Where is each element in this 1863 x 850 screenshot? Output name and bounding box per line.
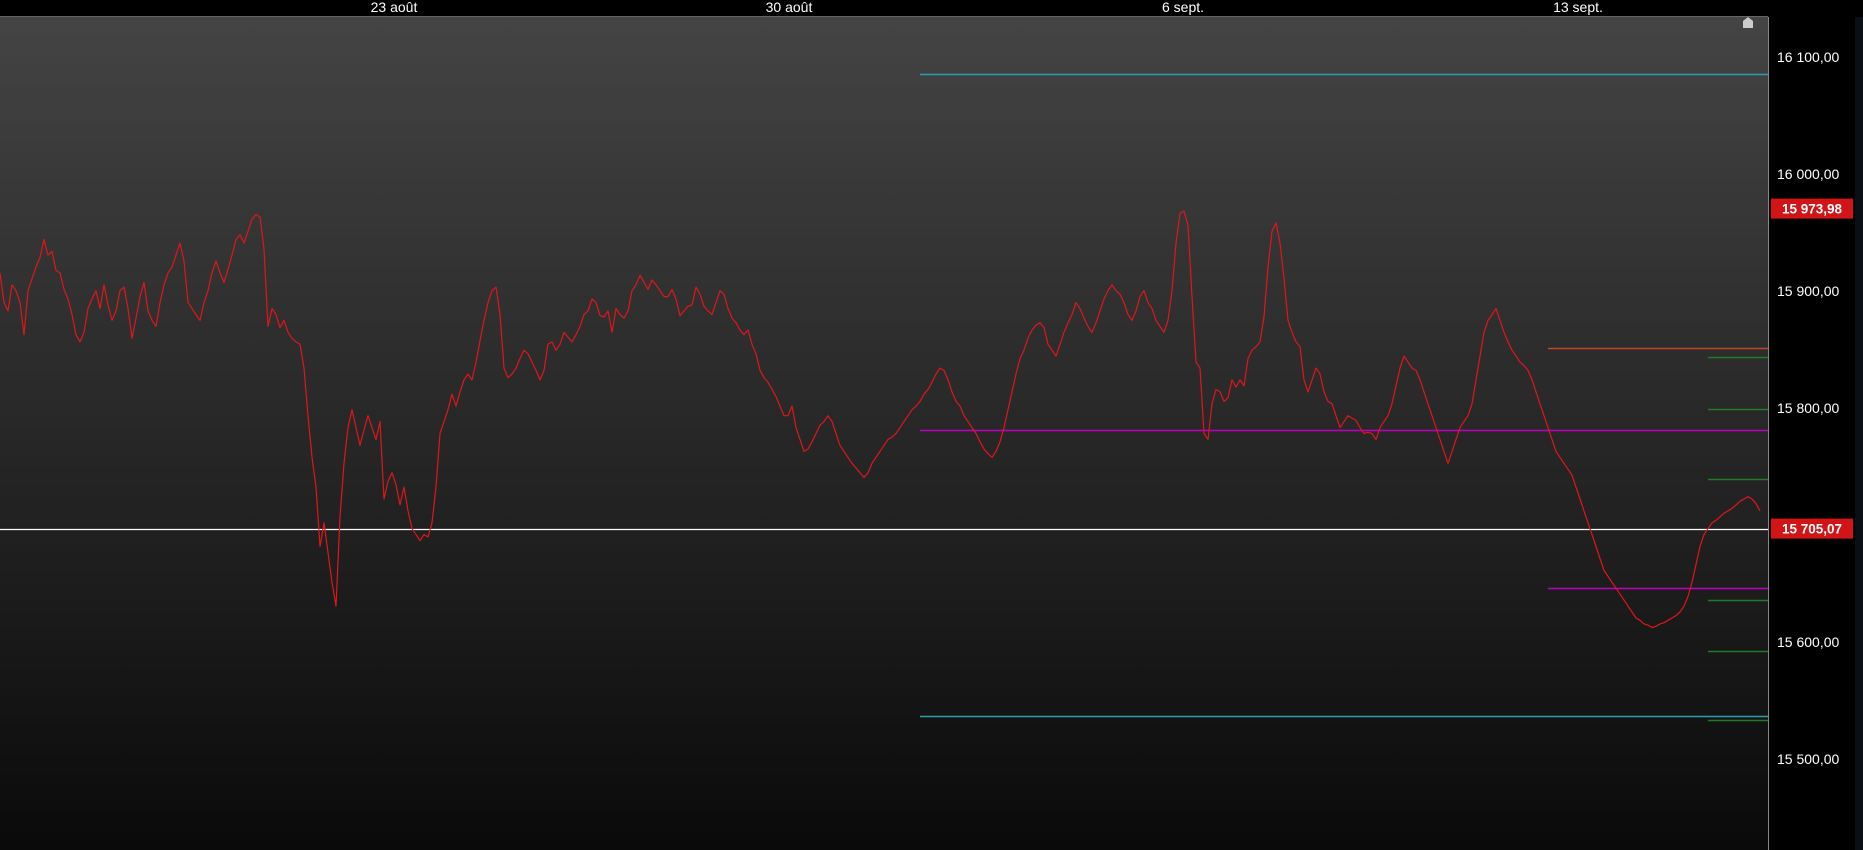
- current-price-badge: 15 705,07: [1771, 518, 1853, 539]
- badge-label: 15 973,98: [1782, 202, 1843, 217]
- x-tick-label: 23 août: [371, 0, 418, 15]
- y-tick-label: 15 800,00: [1777, 400, 1839, 416]
- price-chart[interactable]: 23 août 30 août 6 sept. 13 sept. 16 100,…: [0, 0, 1863, 850]
- y-tick-label: 15 900,00: [1777, 283, 1839, 299]
- y-tick-label: 16 100,00: [1777, 49, 1839, 65]
- price-axis-panel: [1768, 17, 1863, 850]
- x-tick-label: 30 août: [766, 0, 813, 15]
- right-edge-strip: [1855, 17, 1863, 850]
- x-tick-label: 6 sept.: [1162, 0, 1204, 15]
- y-tick-label: 15 600,00: [1777, 634, 1839, 650]
- y-tick-label: 15 500,00: [1777, 751, 1839, 767]
- plot-area: [0, 17, 1768, 850]
- high-price-badge: 15 973,98: [1771, 198, 1853, 219]
- x-tick-label: 13 sept.: [1553, 0, 1603, 15]
- badge-label: 15 705,07: [1782, 522, 1842, 537]
- y-tick-label: 16 000,00: [1777, 166, 1839, 182]
- chart-container: 23 août 30 août 6 sept. 13 sept. 16 100,…: [0, 0, 1863, 850]
